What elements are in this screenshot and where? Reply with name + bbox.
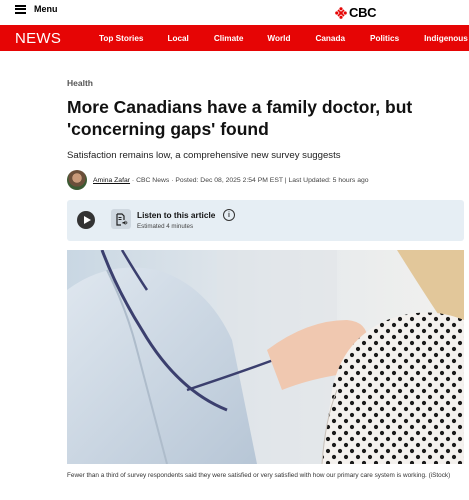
nav-item-indigenous[interactable]: Indigenous <box>424 34 468 43</box>
deck: Satisfaction remains low, a comprehensiv… <box>67 150 341 161</box>
top-bar: Menu CBC <box>0 0 469 25</box>
nav-item-world[interactable]: World <box>267 34 290 43</box>
listen-title: Listen to this article <box>137 210 216 220</box>
byline-text: Amina Zafar · CBC News · Posted: Dec 08,… <box>93 177 369 184</box>
photo-doctor-stethoscope <box>67 250 464 464</box>
news-brand[interactable]: NEWS <box>0 30 85 47</box>
section-nav: NEWS Top Stories Local Climate World Can… <box>0 25 469 51</box>
author-link[interactable]: Amina Zafar <box>93 177 130 184</box>
cbc-gem-icon <box>335 6 347 19</box>
hamburger-icon <box>15 4 26 14</box>
logo-text: CBC <box>349 5 377 20</box>
menu-label: Menu <box>34 4 58 14</box>
byline: Amina Zafar · CBC News · Posted: Dec 08,… <box>67 170 467 190</box>
nav-item-canada[interactable]: Canada <box>315 34 345 43</box>
nav-item-climate[interactable]: Climate <box>214 34 244 43</box>
menu-button[interactable]: Menu <box>15 4 58 14</box>
article-photo[interactable] <box>67 250 464 464</box>
nav-item-top-stories[interactable]: Top Stories <box>99 34 143 43</box>
play-icon <box>83 216 91 224</box>
author-avatar[interactable] <box>67 170 87 190</box>
headline-line-2: 'concerning gaps' found <box>67 119 269 139</box>
audio-document-icon <box>111 209 131 229</box>
nav-items: Top Stories Local Climate World Canada P… <box>85 34 468 43</box>
listen-estimate: Estimated 4 minutes <box>137 223 194 230</box>
category-link[interactable]: Health <box>67 78 93 88</box>
nav-item-local[interactable]: Local <box>167 34 188 43</box>
info-icon[interactable]: i <box>223 209 235 221</box>
photo-caption: Fewer than a third of survey respondents… <box>67 472 451 479</box>
cbc-logo[interactable]: CBC <box>335 5 377 20</box>
headline: More Canadians have a family doctor, but… <box>67 96 462 140</box>
nav-item-politics[interactable]: Politics <box>370 34 399 43</box>
headline-line-1: More Canadians have a family doctor, but <box>67 97 413 117</box>
listen-to-article: Listen to this article i Estimated 4 min… <box>67 200 464 241</box>
play-button[interactable] <box>77 211 95 229</box>
byline-meta: · CBC News · Posted: Dec 08, 2025 2:54 P… <box>130 176 369 184</box>
